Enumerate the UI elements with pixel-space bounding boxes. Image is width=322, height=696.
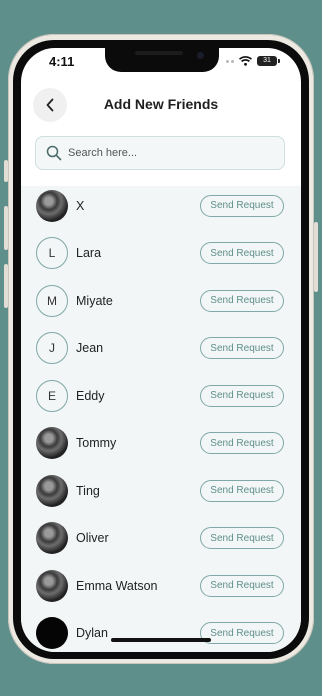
friend-row: M Miyate Send Request — [21, 277, 301, 325]
send-request-button[interactable]: Send Request — [200, 242, 284, 265]
friend-row: Dylan Send Request — [21, 610, 301, 653]
friend-name: Miyate — [76, 293, 113, 308]
send-request-button[interactable]: Send Request — [200, 479, 284, 502]
send-request-button[interactable]: Send Request — [200, 432, 284, 455]
search-input[interactable] — [68, 147, 268, 159]
camera — [197, 52, 204, 59]
friend-row: Oliver Send Request — [21, 515, 301, 563]
page-title: Add New Friends — [103, 96, 219, 112]
friend-name: Tommy — [76, 436, 117, 451]
search-icon — [46, 145, 62, 161]
avatar: M — [36, 284, 68, 317]
avatar — [36, 569, 68, 602]
avatar: E — [36, 379, 68, 412]
wifi-icon — [239, 56, 252, 66]
friend-name: Jean — [76, 341, 104, 356]
signal-icon — [226, 59, 234, 63]
friends-list[interactable]: X Send Request L Lara Send Request M Miyate Sen… — [21, 186, 301, 652]
friend-row: Emma Watson Send Request — [21, 562, 301, 610]
status-icons: 31 — [226, 56, 280, 66]
status-time: 4:11 — [49, 54, 75, 69]
send-request-button[interactable]: Send Request — [200, 384, 284, 407]
phone-side-button-right — [314, 222, 318, 292]
search-box[interactable] — [35, 136, 285, 170]
avatar — [36, 474, 68, 507]
send-request-button[interactable]: Send Request — [200, 622, 284, 645]
friend-row: Tommy Send Request — [21, 420, 301, 468]
phone-screen: 4:11 31 Add New Friends X Send Request L La… — [21, 48, 301, 652]
send-request-button[interactable]: Send Request — [200, 289, 284, 312]
friend-name: Lara — [76, 246, 102, 261]
friend-row: X Send Request — [21, 186, 301, 230]
send-request-button[interactable]: Send Request — [200, 194, 284, 217]
avatar — [36, 522, 68, 555]
home-indicator — [111, 638, 211, 642]
friend-row: E Eddy Send Request — [21, 372, 301, 420]
battery-icon: 31 — [257, 56, 280, 66]
avatar — [36, 617, 68, 650]
friend-row: Ting Send Request — [21, 467, 301, 515]
avatar — [36, 427, 68, 460]
friend-name: X — [76, 198, 85, 213]
friend-row: J Jean Send Request — [21, 325, 301, 373]
notch — [105, 48, 219, 72]
friend-name: Oliver — [76, 531, 109, 546]
friend-name: Ting — [76, 483, 100, 498]
send-request-button[interactable]: Send Request — [200, 574, 284, 597]
friend-name: Eddy — [76, 388, 105, 403]
send-request-button[interactable]: Send Request — [200, 527, 284, 550]
avatar — [36, 189, 68, 222]
avatar: L — [36, 237, 68, 270]
header: Add New Friends — [21, 88, 301, 122]
avatar: J — [36, 332, 68, 365]
friend-row: L Lara Send Request — [21, 230, 301, 278]
send-request-button[interactable]: Send Request — [200, 337, 284, 360]
speaker — [135, 51, 183, 55]
friend-name: Emma Watson — [76, 578, 158, 593]
friends-list-inner: X Send Request L Lara Send Request M Miyate Sen… — [21, 186, 301, 652]
friend-name: Dylan — [76, 626, 108, 641]
